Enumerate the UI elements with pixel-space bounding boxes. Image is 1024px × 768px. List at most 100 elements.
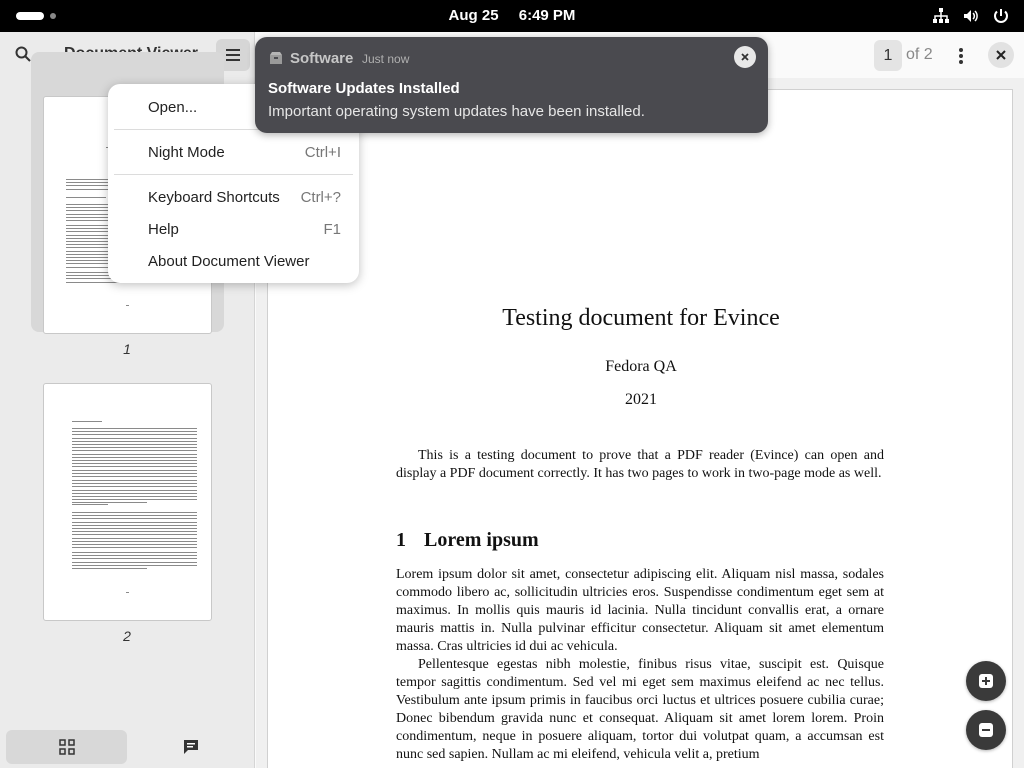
notification-body: Important operating system updates have … [268, 103, 645, 120]
notification-close-button[interactable] [734, 46, 756, 68]
clock-time: 6:49 PM [518, 7, 576, 24]
notification-banner[interactable]: Software Just now Software Updates Insta… [255, 37, 768, 133]
zoom-out-icon [979, 723, 993, 737]
notification-app-name: Software [290, 50, 354, 67]
thumbnail-text-line [72, 568, 147, 569]
thumbnail-text-line [126, 305, 129, 306]
document-author: Fedora QA [605, 358, 677, 375]
menu-item-label: About Document Viewer [148, 253, 310, 270]
thumbnail-text-line [72, 428, 197, 429]
menu-item-night-mode[interactable]: Night Mode Ctrl+I [108, 137, 359, 167]
thumbnail-text-line [72, 521, 197, 523]
package-icon [270, 52, 282, 64]
thumbnail-label: 1 [123, 341, 131, 357]
zoom-in-icon [979, 674, 993, 688]
notification-time: Just now [362, 52, 410, 66]
clock[interactable]: Aug 25 6:49 PM [0, 0, 1024, 32]
thumbnail-text-line [72, 518, 197, 520]
menu-item-label: Open... [148, 99, 198, 116]
thumbnail-text-line [72, 480, 197, 481]
thumbnail-text-line [72, 528, 197, 529]
section-number: 1 [396, 529, 406, 551]
hamburger-menu-icon [226, 49, 240, 61]
menu-item-help[interactable]: Help F1 [108, 214, 359, 244]
menu-separator [114, 174, 353, 175]
thumbnail-text-line [72, 547, 197, 549]
thumbnail-text-line [72, 472, 197, 474]
thumbnail-text-line [72, 544, 197, 545]
thumbnail-text-line [72, 453, 197, 455]
notification-title: Software Updates Installed [268, 80, 460, 97]
section-title: Lorem ipsum [424, 529, 539, 551]
thumbnail-text-line [72, 534, 197, 536]
grid-icon [58, 739, 75, 755]
thumbnail-text-line [72, 444, 197, 445]
page-thumbnail-2[interactable] [43, 383, 212, 621]
menu-item-label: Night Mode [148, 144, 225, 161]
document-title: Testing document for Evince [502, 305, 780, 331]
thumbnail-text-line [72, 463, 197, 465]
close-icon [741, 53, 749, 61]
thumbnail-text-line [72, 537, 197, 539]
system-tray[interactable] [932, 7, 1010, 25]
thumbnail-text-line [72, 486, 197, 488]
thumbnail-text-line [72, 515, 197, 517]
page-count: of 2 [906, 46, 933, 63]
thumbnail-text-line [72, 421, 102, 422]
thumbnail-text-line [72, 504, 108, 505]
power-icon [994, 9, 1008, 23]
thumbnail-text-line [72, 450, 197, 452]
thumbnail-text-line [72, 540, 197, 542]
thumbnail-text-line [72, 440, 197, 442]
menu-item-label: Keyboard Shortcuts [148, 189, 280, 206]
thumbnail-text-line [126, 592, 129, 593]
thumbnail-text-line [72, 447, 197, 449]
search-icon [15, 46, 31, 62]
document-page: Testing document for Evince Fedora QA 20… [267, 89, 1013, 768]
thumbnail-text-line [72, 489, 197, 491]
annotations-icon [183, 740, 198, 754]
thumbnail-text-line [72, 564, 197, 566]
thumbnail-text-line [72, 555, 197, 557]
more-options-icon [959, 47, 963, 64]
thumbnail-text-line [72, 456, 197, 458]
sidebar-bottom-bar [0, 726, 255, 768]
network-icon [933, 8, 949, 23]
paragraph: Pellentesque egestas nibh molestie, fini… [396, 657, 884, 762]
annotations-view-button[interactable] [130, 730, 251, 764]
menu-item-about[interactable]: About Document Viewer [108, 246, 359, 276]
menu-item-shortcut: F1 [323, 221, 341, 238]
thumbnail-text-line [72, 466, 197, 468]
document-view[interactable]: Testing document for Evince Fedora QA 20… [256, 78, 1024, 768]
thumbnail-text-line [72, 499, 197, 501]
thumbnail-text-line [72, 437, 197, 439]
menu-item-shortcut: Ctrl+? [300, 189, 341, 206]
menu-item-shortcut: Ctrl+I [304, 144, 341, 161]
thumbnails-view-button[interactable] [6, 730, 127, 764]
thumbnail-text-line [72, 476, 197, 477]
paragraph: Lorem ipsum dolor sit amet, consectetur … [396, 567, 884, 654]
thumbnail-text-line [72, 469, 197, 471]
clock-date: Aug 25 [448, 7, 499, 24]
thumbnail-text-line [72, 561, 197, 563]
thumbnail-text-line [72, 512, 197, 513]
thumbnail-text-line [72, 483, 197, 485]
page-number-entry[interactable]: 1 [874, 40, 902, 71]
thumbnail-text-line [72, 496, 197, 497]
volume-icon [964, 10, 978, 22]
thumbnail-label: 2 [123, 628, 131, 644]
menu-item-keyboard-shortcuts[interactable]: Keyboard Shortcuts Ctrl+? [108, 182, 359, 212]
thumbnail-text-line [72, 431, 197, 433]
top-bar: Aug 25 6:49 PM [0, 0, 1024, 32]
more-options-button[interactable] [946, 40, 976, 71]
thumbnail-text-line [72, 524, 197, 526]
thumbnail-text-line [66, 197, 106, 198]
close-window-button[interactable] [988, 42, 1014, 68]
thumbnail-text-line [72, 434, 197, 436]
zoom-out-button[interactable] [966, 710, 1006, 750]
close-icon [996, 50, 1006, 60]
thumbnail-text-line [72, 460, 197, 461]
zoom-in-button[interactable] [966, 661, 1006, 701]
document-abstract: This is a testing document to prove that… [396, 448, 884, 481]
section-heading: 1 Lorem ipsum [396, 529, 539, 552]
